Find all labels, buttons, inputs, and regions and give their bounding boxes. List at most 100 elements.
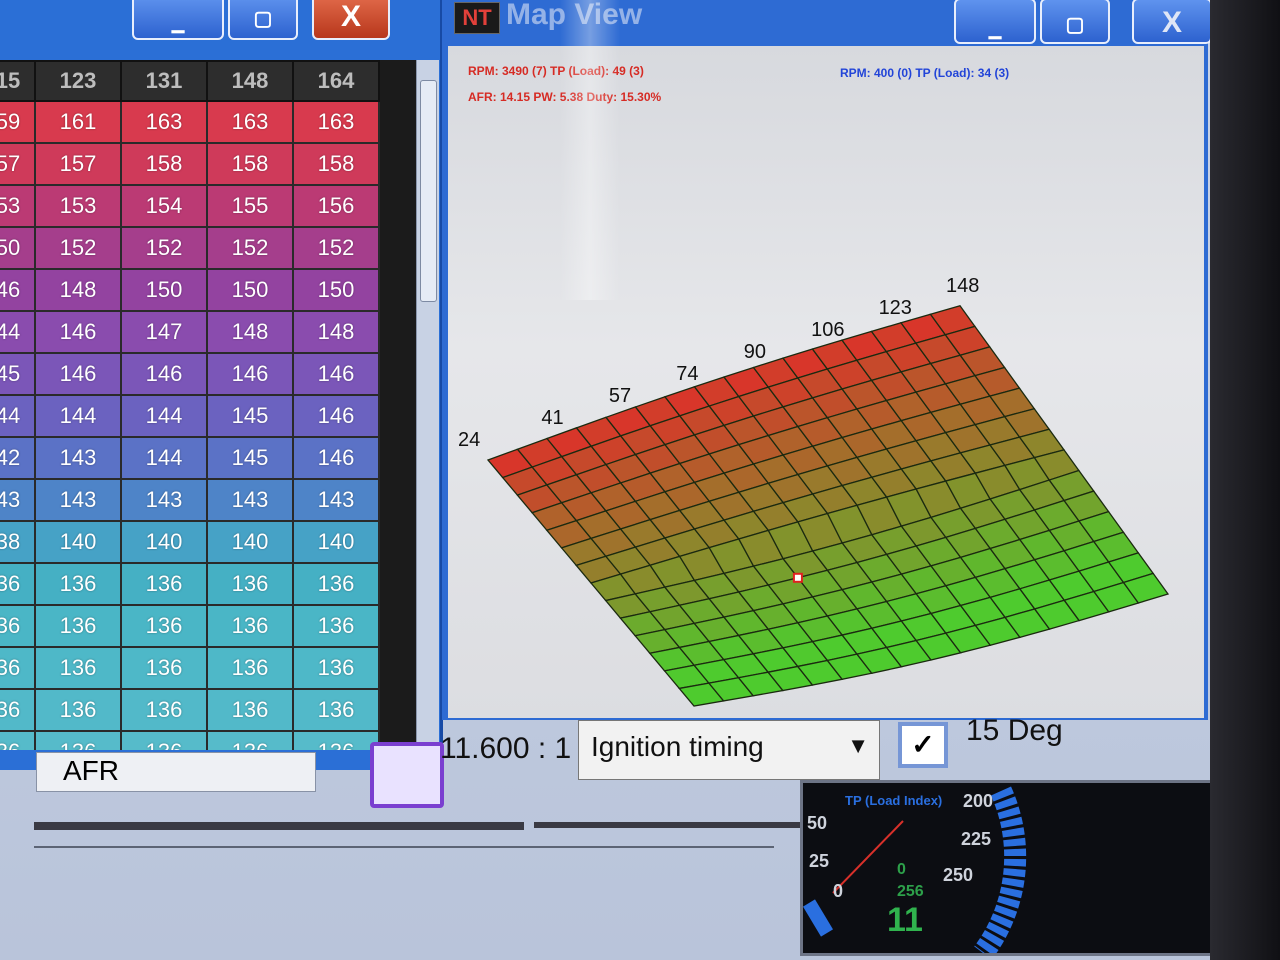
table-cell[interactable]: 146 bbox=[292, 352, 380, 396]
map-select-value: Ignition timing bbox=[591, 731, 764, 762]
table-cell[interactable]: 136 bbox=[206, 604, 294, 648]
table-cell[interactable]: 146 bbox=[34, 310, 122, 354]
close-button[interactable]: X bbox=[312, 0, 390, 40]
table-cell[interactable]: 36 bbox=[0, 604, 36, 648]
table-cell[interactable]: 156 bbox=[292, 184, 380, 228]
table-cell[interactable]: 136 bbox=[292, 604, 380, 648]
close-button[interactable]: X bbox=[1132, 0, 1210, 44]
table-cell[interactable]: 36 bbox=[0, 646, 36, 690]
gauge-tick-label: 250 bbox=[943, 865, 974, 885]
column-header[interactable]: 164 bbox=[292, 60, 380, 102]
table-cell[interactable]: 158 bbox=[120, 142, 208, 186]
axis-tick-label: 148 bbox=[946, 275, 979, 297]
table-cell[interactable]: 43 bbox=[0, 478, 36, 522]
table-cell[interactable]: 145 bbox=[206, 436, 294, 480]
table-cell[interactable]: 136 bbox=[292, 646, 380, 690]
table-cell[interactable]: 147 bbox=[120, 310, 208, 354]
table-cell[interactable]: 157 bbox=[34, 142, 122, 186]
column-header[interactable]: 123 bbox=[34, 60, 122, 102]
gauge-tick-label: 200 bbox=[963, 791, 994, 811]
maximize-button[interactable]: ▢ bbox=[228, 0, 298, 40]
table-row: 46 148 150 150 150 bbox=[0, 268, 380, 312]
table-cell[interactable]: 46 bbox=[0, 268, 36, 312]
table-cell[interactable]: 148 bbox=[206, 310, 294, 354]
table-cell[interactable]: 163 bbox=[120, 100, 208, 144]
table-cell[interactable]: 163 bbox=[292, 100, 380, 144]
column-header[interactable]: 15 bbox=[0, 60, 36, 102]
table-cell[interactable]: 144 bbox=[120, 436, 208, 480]
table-cell[interactable]: 153 bbox=[34, 184, 122, 228]
table-cell[interactable]: 136 bbox=[34, 562, 122, 606]
progress-bar-2 bbox=[534, 822, 804, 828]
table-cell[interactable]: 44 bbox=[0, 394, 36, 438]
table-cell[interactable]: 136 bbox=[34, 646, 122, 690]
map-3d-canvas[interactable]: RPM: 3490 (7) TP (Load): 49 (3) AFR: 14.… bbox=[448, 46, 1204, 718]
table-cell[interactable]: 136 bbox=[292, 562, 380, 606]
table-cell[interactable]: 152 bbox=[120, 226, 208, 270]
table-cell[interactable]: 45 bbox=[0, 352, 36, 396]
enable-checkbox[interactable]: ✓ bbox=[898, 722, 948, 768]
vertical-scrollbar[interactable] bbox=[416, 60, 439, 750]
table-cell[interactable]: 150 bbox=[292, 268, 380, 312]
minimize-button[interactable]: ▁ bbox=[132, 0, 224, 40]
table-cell[interactable]: 140 bbox=[120, 520, 208, 564]
display-mode-combo[interactable]: AFR bbox=[36, 752, 316, 792]
table-cell[interactable]: 150 bbox=[120, 268, 208, 312]
scrollbar-thumb[interactable] bbox=[420, 80, 437, 302]
table-cell[interactable]: 152 bbox=[292, 226, 380, 270]
table-cell[interactable]: 136 bbox=[34, 604, 122, 648]
table-cell[interactable]: 136 bbox=[120, 562, 208, 606]
table-cell[interactable]: 148 bbox=[34, 268, 122, 312]
axis-tick-label: 90 bbox=[744, 341, 766, 363]
table-cell[interactable]: 143 bbox=[34, 436, 122, 480]
map-select-dropdown[interactable]: Ignition timing ▼ bbox=[578, 720, 880, 780]
table-cell[interactable]: 136 bbox=[120, 646, 208, 690]
table-cell[interactable]: 158 bbox=[292, 142, 380, 186]
column-header[interactable]: 148 bbox=[206, 60, 294, 102]
ratio-toggle-button[interactable] bbox=[370, 742, 444, 808]
table-cell[interactable]: 148 bbox=[292, 310, 380, 354]
table-cell[interactable]: 144 bbox=[34, 394, 122, 438]
table-cell[interactable]: 146 bbox=[34, 352, 122, 396]
table-cell[interactable]: 158 bbox=[206, 142, 294, 186]
table-cell[interactable]: 154 bbox=[120, 184, 208, 228]
table-cell[interactable]: 152 bbox=[34, 226, 122, 270]
map-surface-plot[interactable]: 24 41 57 74 90 106 123 148 bbox=[448, 46, 1204, 718]
table-cell[interactable]: 136 bbox=[206, 562, 294, 606]
table-cell[interactable]: 53 bbox=[0, 184, 36, 228]
table-cell[interactable]: 44 bbox=[0, 310, 36, 354]
cursor-marker bbox=[792, 572, 803, 583]
table-cell[interactable]: 146 bbox=[292, 436, 380, 480]
maximize-button[interactable]: ▢ bbox=[1040, 0, 1110, 44]
table-cell[interactable]: 38 bbox=[0, 520, 36, 564]
table-cell[interactable]: 161 bbox=[34, 100, 122, 144]
table-cell[interactable]: 146 bbox=[206, 352, 294, 396]
table-cell[interactable]: 146 bbox=[120, 352, 208, 396]
table-cell[interactable]: 57 bbox=[0, 142, 36, 186]
table-cell[interactable]: 59 bbox=[0, 100, 36, 144]
table-row: 50 152 152 152 152 bbox=[0, 226, 380, 270]
table-cell[interactable]: 144 bbox=[120, 394, 208, 438]
table-cell[interactable]: 136 bbox=[120, 604, 208, 648]
minimize-button[interactable]: ▁ bbox=[954, 0, 1036, 44]
table-cell[interactable]: 140 bbox=[34, 520, 122, 564]
table-cell[interactable]: 140 bbox=[292, 520, 380, 564]
table-cell[interactable]: 42 bbox=[0, 436, 36, 480]
table-cell[interactable]: 150 bbox=[206, 268, 294, 312]
table-cell[interactable]: 36 bbox=[0, 562, 36, 606]
table-cell[interactable]: 143 bbox=[206, 478, 294, 522]
table-cell[interactable]: 140 bbox=[206, 520, 294, 564]
table-cell[interactable]: 136 bbox=[206, 646, 294, 690]
table-cell[interactable]: 50 bbox=[0, 226, 36, 270]
table-cell[interactable]: 152 bbox=[206, 226, 294, 270]
table-cell[interactable]: 145 bbox=[206, 394, 294, 438]
column-header[interactable]: 131 bbox=[120, 60, 208, 102]
table-cell[interactable]: 146 bbox=[292, 394, 380, 438]
table-cell[interactable]: 143 bbox=[292, 478, 380, 522]
table-cell[interactable]: 163 bbox=[206, 100, 294, 144]
table-cell[interactable]: 155 bbox=[206, 184, 294, 228]
axis-tick-label: 106 bbox=[811, 319, 844, 341]
axis-tick-label: 123 bbox=[879, 297, 912, 319]
table-cell[interactable]: 143 bbox=[34, 478, 122, 522]
table-cell[interactable]: 143 bbox=[120, 478, 208, 522]
